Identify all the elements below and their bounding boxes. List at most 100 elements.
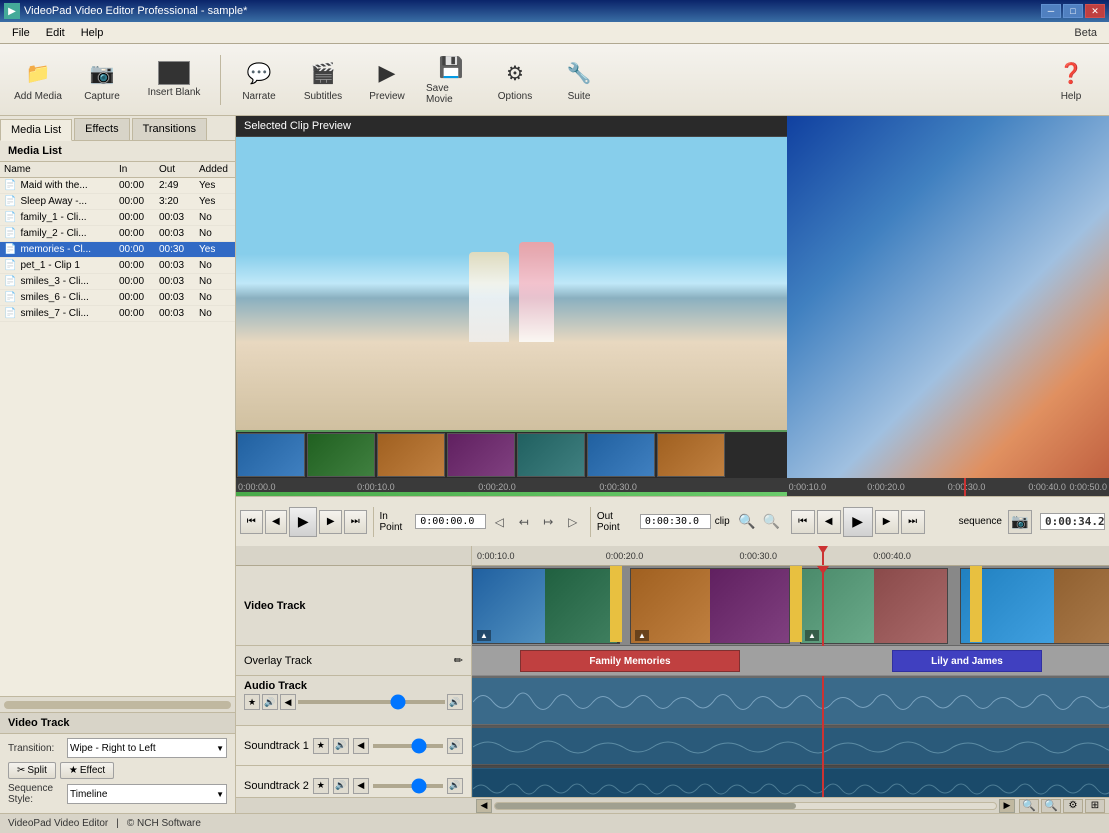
rewind-to-start-button[interactable]: ⏮ (240, 510, 263, 534)
ruler-30s: 0:00:30.0 (599, 482, 637, 492)
options-button[interactable]: ⚙ Options (485, 50, 545, 110)
st1-arrow-btn[interactable]: ◀ (353, 738, 369, 754)
prev-frame-button[interactable]: ◀ (265, 510, 288, 534)
transition-3[interactable] (970, 566, 982, 642)
in-point-value[interactable]: 0:00:00.0 (415, 514, 486, 529)
save-movie-button[interactable]: 💾 Save Movie (421, 50, 481, 110)
overlay-clip-2[interactable]: Lily and James (892, 650, 1042, 672)
forward-to-end-button[interactable]: ⏭ (344, 510, 367, 534)
suite-button[interactable]: 🔧 Suite (549, 50, 609, 110)
seq-prev-button[interactable]: ◀ (817, 510, 841, 534)
sequence-style-dropdown[interactable]: Timeline ▼ (67, 784, 227, 804)
timeline-scrollbar[interactable]: ◀ ▶ 🔍 🔍 ⚙ ⊞ (236, 797, 1109, 813)
go-to-out-button[interactable]: ↦ (537, 510, 559, 534)
transition-dropdown[interactable]: Wipe - Right to Left ▼ (67, 738, 227, 758)
file-row-3[interactable]: 📄 family_2 - Cli... 00:00 00:03 No (0, 226, 235, 242)
file-row-0[interactable]: 📄 Maid with the... 00:00 2:49 Yes (0, 178, 235, 194)
file-icon-3: 📄 (4, 228, 16, 239)
audio-left-arrow[interactable]: ◀ (280, 694, 296, 710)
menu-file[interactable]: File (4, 25, 38, 41)
clip-progress-bar (236, 492, 787, 496)
scrollbar-thumb[interactable] (495, 803, 796, 809)
tab-effects[interactable]: Effects (74, 118, 129, 140)
play-button[interactable]: ▶ (289, 507, 317, 537)
st1-volume-slider[interactable] (373, 744, 443, 748)
screenshot-button[interactable]: 📷 (1008, 510, 1032, 534)
zoom-in-button[interactable]: 🔍 (736, 510, 758, 534)
col-out-header: Out (159, 164, 199, 175)
file-row-6[interactable]: 📄 smiles_3 - Cli... 00:00 00:03 No (0, 274, 235, 290)
st2-arrow-btn[interactable]: ◀ (353, 778, 369, 794)
clip-preview-label: Selected Clip Preview (236, 116, 787, 137)
mark-out-button[interactable]: ▷ (561, 510, 583, 534)
seq-next-button[interactable]: ▶ (875, 510, 899, 534)
scrollbar-track[interactable]: ◀ ▶ 🔍 🔍 ⚙ ⊞ (472, 799, 1109, 813)
preview-label: Preview (369, 91, 405, 102)
st2-star-btn[interactable]: ★ (313, 778, 329, 794)
effect-button[interactable]: ★ Effect (60, 762, 114, 779)
subtitles-button[interactable]: 🎬 Subtitles (293, 50, 353, 110)
maximize-button[interactable]: □ (1063, 4, 1083, 18)
menu-help[interactable]: Help (73, 25, 112, 41)
file-icon-7: 📄 (4, 292, 16, 303)
sequence-time-value[interactable]: 0:00:34.2 (1040, 513, 1105, 530)
menu-edit[interactable]: Edit (38, 25, 73, 41)
file-row-2[interactable]: 📄 family_1 - Cli... 00:00 00:03 No (0, 210, 235, 226)
split-label: Split (27, 765, 46, 776)
overlay-edit-icon[interactable]: ✏ (454, 654, 463, 667)
transition-value: Wipe - Right to Left (70, 743, 156, 754)
tab-media-list[interactable]: Media List (0, 119, 72, 141)
audio-vol-btn[interactable]: 🔊 (262, 694, 278, 710)
file-row-1[interactable]: 📄 Sleep Away -... 00:00 3:20 Yes (0, 194, 235, 210)
left-scrollbar[interactable] (0, 696, 235, 712)
st1-speaker-btn[interactable]: 🔊 (447, 738, 463, 754)
file-row-5[interactable]: 📄 pet_1 - Clip 1 00:00 00:03 No (0, 258, 235, 274)
add-media-button[interactable]: 📁 Add Media (8, 50, 68, 110)
transition-1[interactable] (610, 566, 622, 642)
minimize-button[interactable]: ─ (1041, 4, 1061, 18)
st2-volume-slider[interactable] (373, 784, 443, 788)
transition-2[interactable] (790, 566, 802, 642)
insert-blank-button[interactable]: Insert Blank (136, 50, 212, 110)
zoom-out-button[interactable]: 🔍 (760, 510, 782, 534)
seq-rewind-button[interactable]: ⏮ (791, 510, 815, 534)
mark-in-button[interactable]: ◁ (488, 510, 510, 534)
capture-button[interactable]: 📷 Capture (72, 50, 132, 110)
video-clip-1[interactable]: ▲ (472, 568, 620, 644)
options-label: Options (498, 91, 532, 102)
st1-star-btn[interactable]: ★ (313, 738, 329, 754)
close-button[interactable]: ✕ (1085, 4, 1105, 18)
scroll-right-btn[interactable]: ▶ (999, 799, 1015, 813)
file-row-7[interactable]: 📄 smiles_6 - Cli... 00:00 00:03 No (0, 290, 235, 306)
file-row-8[interactable]: 📄 smiles_7 - Cli... 00:00 00:03 No (0, 306, 235, 322)
st2-waveform-svg (473, 769, 1109, 797)
zoom-timeline-out-btn[interactable]: 🔍 (1019, 799, 1039, 813)
audio-star-btn[interactable]: ★ (244, 694, 260, 710)
help-button[interactable]: ❓ Help (1041, 50, 1101, 110)
overlay-clip-1[interactable]: Family Memories (520, 650, 740, 672)
seq-play-button[interactable]: ▶ (843, 507, 873, 537)
split-button[interactable]: ✂ Split (8, 762, 56, 779)
timeline-fit-btn[interactable]: ⊞ (1085, 799, 1105, 813)
tab-transitions[interactable]: Transitions (132, 118, 207, 140)
st2-speaker-btn[interactable]: 🔊 (447, 778, 463, 794)
video-clip-2[interactable]: ▲ (630, 568, 790, 644)
timeline-settings-btn[interactable]: ⚙ (1063, 799, 1083, 813)
out-point-value[interactable]: 0:00:30.0 (640, 514, 711, 529)
audio-volume-slider[interactable] (298, 700, 445, 704)
narrate-button[interactable]: 💬 Narrate (229, 50, 289, 110)
st1-wave (472, 728, 1109, 764)
audio-speaker-icon[interactable]: 🔊 (447, 694, 463, 710)
st2-vol-btn[interactable]: 🔊 (333, 778, 349, 794)
next-frame-button[interactable]: ▶ (319, 510, 342, 534)
seq-forward-button[interactable]: ⏭ (901, 510, 925, 534)
file-row-4[interactable]: 📄 memories - Cl... 00:00 00:30 Yes (0, 242, 235, 258)
video-clip-3[interactable]: ▲ (800, 568, 948, 644)
preview-button[interactable]: ▶ Preview (357, 50, 417, 110)
scroll-left-btn[interactable]: ◀ (476, 799, 492, 813)
zoom-timeline-in-btn[interactable]: 🔍 (1041, 799, 1061, 813)
go-to-in-button[interactable]: ↤ (513, 510, 535, 534)
seq-ruler-50: 0:00:50.0 (1069, 482, 1107, 492)
st1-vol-btn[interactable]: 🔊 (333, 738, 349, 754)
video-clip-4[interactable] (960, 568, 1109, 644)
